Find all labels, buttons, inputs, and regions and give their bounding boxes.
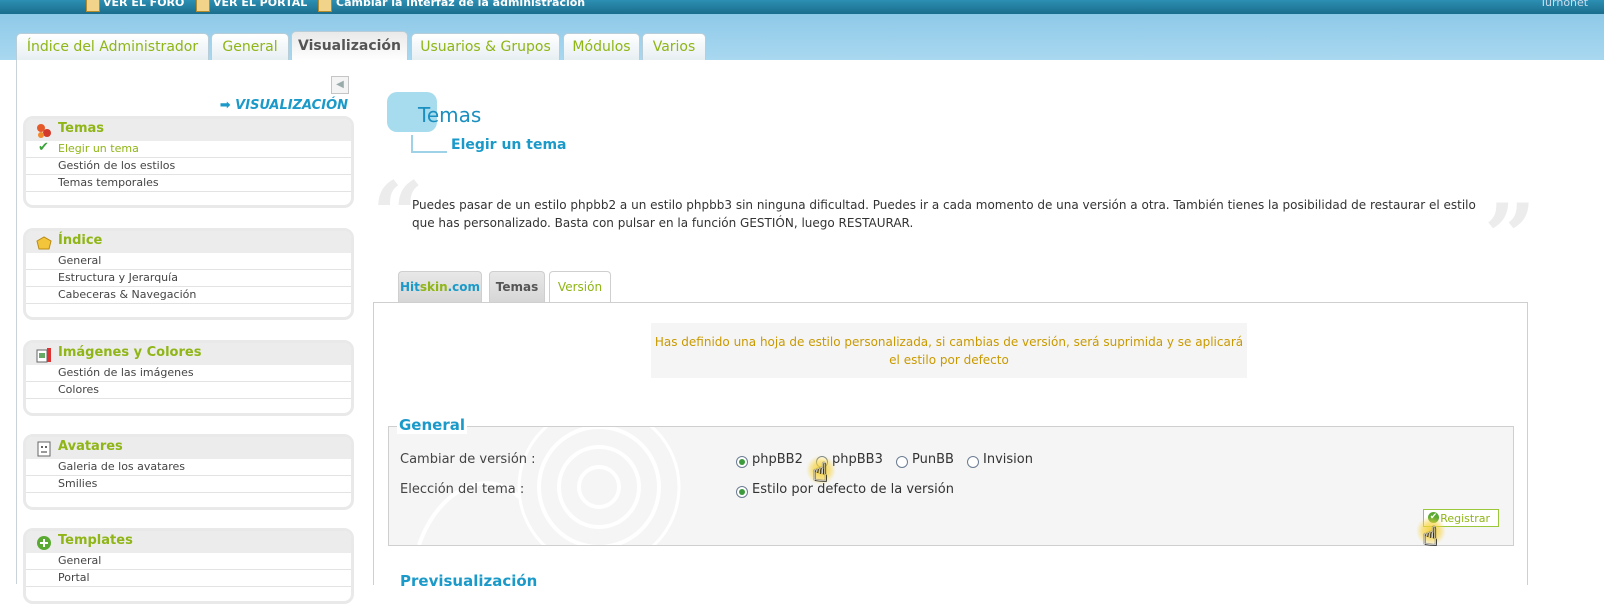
radio-phpbb2[interactable]	[736, 456, 748, 468]
tab-visualizacion[interactable]: Visualización	[291, 31, 408, 61]
notice-message: Has definido una hoja de estilo personal…	[651, 323, 1247, 378]
username: Turnonet	[1540, 0, 1589, 9]
sidebar-group-title: Temas	[58, 121, 105, 136]
sidebar-item-elegir-tema[interactable]: ✔ Elegir un tema	[26, 140, 351, 158]
radio-phpbb3-label: phpBB3	[832, 452, 883, 467]
radio-punbb-label: PunBB	[912, 452, 954, 467]
sidebar-item-smilies[interactable]: Smilies	[26, 476, 351, 493]
sidebar-group-templates: Templates General Portal	[23, 528, 354, 604]
sidebar-group-title: Índice	[58, 233, 103, 248]
top-bar: VER EL FORO VER EL PORTAL Cambiar la int…	[0, 0, 1604, 14]
sidebar-group-title: Avatares	[58, 439, 123, 454]
sidebar-group-avatares: Avatares Galeria de los avatares Smilies	[23, 434, 354, 510]
forum-icon	[86, 0, 100, 12]
subtitle-arrow-icon	[411, 135, 447, 153]
sidebar-item-temas-temporales[interactable]: Temas temporales	[26, 175, 351, 192]
radio-phpbb2-label: phpBB2	[752, 452, 803, 467]
index-icon	[36, 236, 52, 250]
hand-cursor-icon: ☝	[812, 458, 828, 488]
radio-default-style-label: Estilo por defecto de la versión	[752, 482, 954, 497]
tab-temas[interactable]: Temas	[489, 271, 545, 302]
tab-admin-index[interactable]: Índice del Administrador	[16, 33, 209, 61]
sidebar-item-gestion-estilos[interactable]: Gestión de los estilos	[26, 158, 351, 175]
sidebar-item-templates-general[interactable]: General	[26, 553, 351, 570]
sidebar-item-gestion-imagenes[interactable]: Gestión de las imágenes	[26, 365, 351, 382]
sidebar-group-title: Templates	[58, 533, 133, 548]
check-icon: ✔	[38, 140, 49, 155]
sidebar-section-title: ➡ VISUALIZACIÓN	[219, 98, 348, 113]
tab-general[interactable]: General	[211, 33, 289, 61]
hand-cursor-icon: ☝	[1422, 522, 1438, 552]
tab-users-groups[interactable]: Usuarios & Grupos	[411, 33, 560, 61]
theme-choice-label: Elección del tema :	[400, 482, 525, 497]
change-interface-link[interactable]: Cambiar la interfaz de la administración	[336, 0, 585, 9]
view-forum-link[interactable]: VER EL FORO	[103, 0, 184, 9]
tab-hitskin[interactable]: Hitskin.com	[398, 271, 482, 302]
radio-invision[interactable]	[967, 456, 979, 468]
portal-icon	[196, 0, 210, 12]
sidebar-group-temas: Temas ✔ Elegir un tema Gestión de los est…	[23, 116, 354, 208]
tab-version[interactable]: Versión	[549, 271, 611, 303]
radio-default-style[interactable]	[736, 486, 748, 498]
sidebar-item-colores[interactable]: Colores	[26, 382, 351, 399]
avatar-icon	[37, 441, 51, 457]
sidebar-item-cabeceras[interactable]: Cabeceras & Navegación	[26, 287, 351, 304]
sidebar-item-portal[interactable]: Portal	[26, 570, 351, 587]
general-legend: General	[397, 416, 467, 434]
change-version-label: Cambiar de versión :	[400, 452, 536, 467]
collapse-sidebar-button[interactable]: ◀	[331, 76, 349, 94]
interface-icon	[318, 0, 332, 12]
sidebar-item-estructura[interactable]: Estructura y Jerarquía	[26, 270, 351, 287]
sidebar-group-title: Imágenes y Colores	[58, 345, 202, 360]
view-portal-link[interactable]: VER EL PORTAL	[213, 0, 307, 9]
page-subtitle: Elegir un tema	[451, 137, 567, 153]
preview-section-title: Previsualización	[400, 572, 538, 590]
themes-icon	[37, 124, 51, 138]
add-icon	[37, 536, 51, 550]
tab-varios[interactable]: Varios	[642, 33, 706, 61]
radio-punbb[interactable]	[896, 456, 908, 468]
tab-modules[interactable]: Módulos	[563, 33, 640, 61]
sidebar-item-general[interactable]: General	[26, 253, 351, 270]
page-title: Temas	[418, 103, 482, 127]
sidebar-group-imagenes: Imágenes y Colores Gestión de las imágen…	[23, 340, 354, 416]
sidebar-item-galeria-avatares[interactable]: Galeria de los avatares	[26, 459, 351, 476]
radio-invision-label: Invision	[983, 452, 1033, 467]
images-colors-icon	[36, 348, 51, 363]
description-text: Puedes pasar de un estilo phpbb2 a un es…	[412, 198, 1476, 230]
sidebar-group-indice: Índice General Estructura y Jerarquía Ca…	[23, 228, 354, 320]
